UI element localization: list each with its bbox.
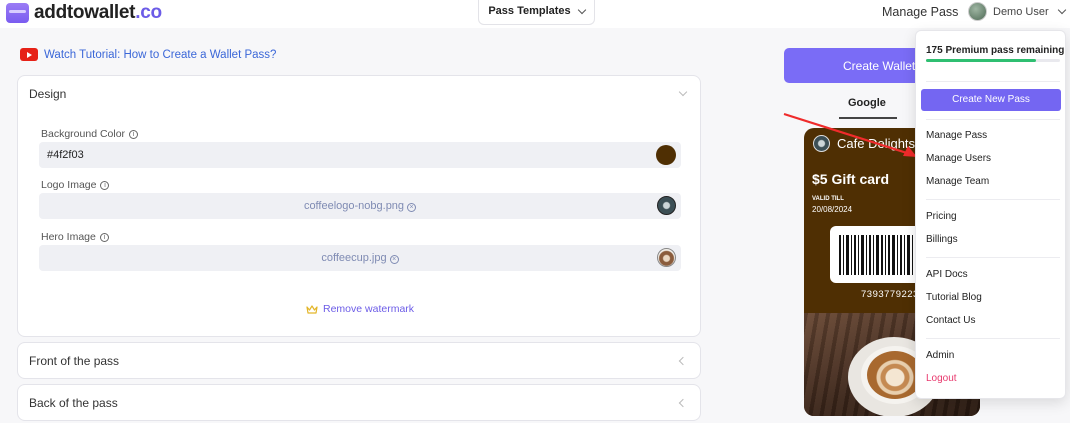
divider: [926, 81, 1060, 82]
premium-progress-bar: [926, 59, 1060, 62]
logo-file-name: coffeelogo-nobg.png ×: [39, 200, 681, 212]
chevron-down-icon: [678, 87, 688, 97]
design-section-title: Design: [29, 87, 67, 101]
background-color-input[interactable]: #4f2f03: [39, 142, 681, 168]
wallet-logo-icon: [6, 3, 29, 23]
back-section-header[interactable]: Back of the pass: [18, 385, 700, 421]
hero-image-label: Hero Image i: [41, 231, 109, 243]
front-section-title: Front of the pass: [29, 354, 120, 368]
menu-item-manage-users[interactable]: Manage Users: [926, 153, 991, 164]
divider: [926, 257, 1060, 258]
back-section-title: Back of the pass: [29, 396, 118, 410]
background-color-label: Background Color i: [41, 128, 139, 140]
menu-item-api-docs[interactable]: API Docs: [926, 269, 968, 280]
back-of-pass-section[interactable]: Back of the pass: [17, 384, 701, 421]
valid-till-date: 20/08/2024: [812, 205, 853, 214]
info-icon[interactable]: i: [99, 232, 109, 242]
barcode-icon: [839, 235, 917, 275]
chevron-down-icon: [577, 5, 586, 14]
menu-item-pricing[interactable]: Pricing: [926, 211, 957, 222]
user-dropdown-menu: 175 Premium pass remaining Create New Pa…: [915, 30, 1066, 399]
front-of-pass-section[interactable]: Front of the pass: [17, 342, 701, 379]
logo-thumbnail: [657, 196, 676, 215]
color-swatch[interactable]: [656, 145, 676, 165]
top-bar: addtowallet.co Pass Templates Manage Pas…: [0, 0, 1070, 28]
design-section: Design Background Color i #4f2f03 Logo I…: [17, 75, 701, 337]
user-name: Demo User: [993, 5, 1049, 18]
youtube-icon: [20, 48, 38, 61]
clear-icon[interactable]: ×: [389, 255, 399, 264]
clear-icon[interactable]: ×: [407, 203, 417, 212]
menu-item-admin[interactable]: Admin: [926, 350, 954, 361]
divider: [926, 338, 1060, 339]
chevron-left-icon: [678, 398, 688, 408]
hero-image-input[interactable]: coffeecup.jpg ×: [39, 245, 681, 271]
chevron-down-icon: [1057, 5, 1066, 15]
create-wallet-button[interactable]: Create Wallet: [784, 48, 924, 83]
menu-item-contact-us[interactable]: Contact Us: [926, 315, 975, 326]
menu-item-manage-team[interactable]: Manage Team: [926, 176, 989, 187]
brand-name: addtowallet.co: [34, 2, 162, 23]
premium-progress-fill: [926, 59, 1036, 62]
valid-till-label: VALID TILL: [812, 196, 844, 202]
menu-item-manage-pass[interactable]: Manage Pass: [926, 130, 987, 141]
remove-watermark-label: Remove watermark: [323, 303, 415, 315]
pass-templates-dropdown[interactable]: Pass Templates: [478, 0, 595, 25]
logo-image-label: Logo Image i: [41, 179, 110, 191]
background-color-value: #4f2f03: [47, 149, 84, 161]
remove-watermark-link[interactable]: Remove watermark: [306, 303, 414, 315]
menu-item-logout[interactable]: Logout: [926, 373, 957, 384]
design-section-header[interactable]: Design: [18, 76, 700, 112]
logo-image-input[interactable]: coffeelogo-nobg.png ×: [39, 193, 681, 219]
info-icon[interactable]: i: [129, 129, 139, 139]
avatar: [968, 2, 987, 21]
brand-logo[interactable]: addtowallet.co: [6, 2, 162, 24]
tutorial-link[interactable]: Watch Tutorial: How to Create a Wallet P…: [20, 48, 276, 61]
crown-icon: [306, 304, 318, 314]
front-section-header[interactable]: Front of the pass: [18, 343, 700, 379]
manage-pass-link[interactable]: Manage Pass: [882, 5, 958, 19]
hero-thumbnail: [657, 248, 676, 267]
divider: [926, 199, 1060, 200]
user-menu-toggle[interactable]: Demo User: [968, 2, 1066, 21]
create-new-pass-button[interactable]: Create New Pass: [921, 89, 1061, 111]
chevron-left-icon: [678, 356, 688, 366]
pass-amount: $5 Gift card: [812, 171, 890, 187]
menu-item-tutorial-blog[interactable]: Tutorial Blog: [926, 292, 982, 303]
hero-file-name: coffeecup.jpg ×: [39, 252, 681, 264]
tutorial-label: Watch Tutorial: How to Create a Wallet P…: [44, 48, 277, 61]
menu-item-billings[interactable]: Billings: [926, 234, 958, 245]
info-icon[interactable]: i: [100, 180, 110, 190]
divider: [926, 119, 1060, 120]
premium-remaining: 175 Premium pass remaining: [926, 45, 1065, 56]
annotation-arrow: [783, 112, 917, 157]
pass-templates-label: Pass Templates: [488, 5, 571, 17]
